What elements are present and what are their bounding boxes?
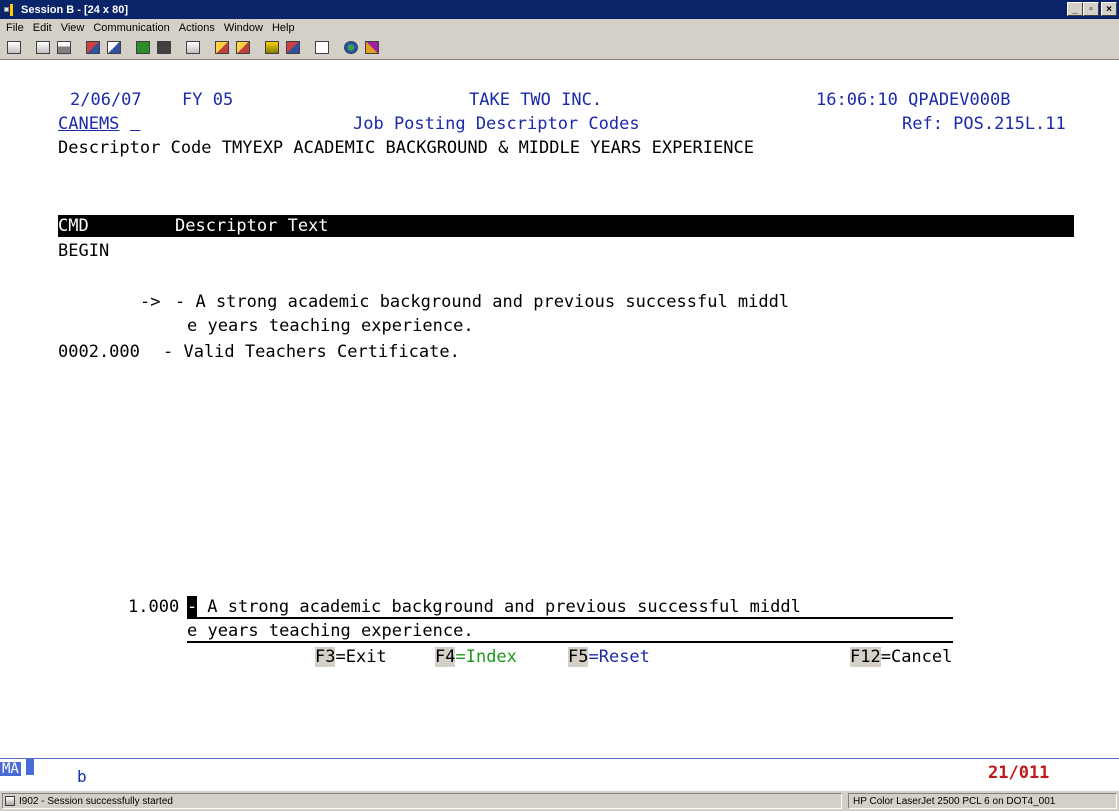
cmd-column-header: CMD	[58, 216, 89, 236]
copy-icon[interactable]	[33, 39, 53, 57]
input-sequence-number: 1.000	[128, 597, 180, 617]
f3-key-label: F3	[315, 647, 336, 667]
menu-file[interactable]: File	[3, 22, 30, 34]
text-cursor: -	[187, 596, 198, 618]
begin-marker: BEGIN	[58, 241, 110, 261]
print-screen-icon[interactable]	[4, 39, 24, 57]
edit-input-line-2[interactable]: e years teaching experience.	[187, 620, 474, 642]
close-button[interactable]: ×	[1101, 2, 1117, 16]
display-icon[interactable]	[133, 39, 153, 57]
descriptor-line-1-cont: e years teaching experience.	[187, 316, 474, 336]
clipboard-icon[interactable]	[312, 39, 332, 57]
connection-icon	[5, 796, 15, 806]
cursor-position: 21/011	[988, 763, 1050, 783]
menu-edit[interactable]: Edit	[30, 22, 58, 34]
status-bar: I902 - Session successfully started HP C…	[0, 790, 1119, 811]
title-bar: Session B - [24 x 80] _ ▫ ×	[0, 0, 1119, 19]
current-line-arrow[interactable]: ->	[140, 291, 160, 313]
macro-icon[interactable]	[183, 39, 203, 57]
f4-key-label: F4	[435, 647, 456, 667]
status-message-pane: I902 - Session successfully started	[2, 793, 842, 809]
f12-cancel-key[interactable]: F12=Cancel	[850, 646, 952, 668]
user-field: CANEMS	[58, 114, 120, 134]
window-controls: _ ▫ ×	[1067, 2, 1117, 16]
menu-bar: File Edit View Communication Actions Win…	[0, 19, 1119, 36]
record-macro-icon[interactable]	[233, 39, 253, 57]
send-file-icon[interactable]	[83, 39, 103, 57]
date-field: 2/06/07	[70, 90, 142, 110]
paste-icon[interactable]	[54, 39, 74, 57]
f12-key-label: F12	[850, 647, 881, 667]
play-macro-icon[interactable]	[212, 39, 232, 57]
fiscal-year-field: FY 05	[182, 90, 234, 110]
mode-indicator: MA	[0, 761, 21, 777]
help-icon[interactable]	[362, 39, 382, 57]
minimize-button[interactable]: _	[1067, 2, 1083, 16]
edit-input-line-1[interactable]: A strong academic background and previou…	[197, 596, 801, 618]
maximize-button[interactable]: ▫	[1083, 2, 1099, 16]
toolbar	[0, 36, 1119, 60]
screen-title: Job Posting Descriptor Codes	[353, 114, 640, 134]
company-name: TAKE TWO INC.	[469, 90, 603, 110]
session-indicator: b	[77, 767, 87, 786]
receive-file-icon[interactable]	[104, 39, 124, 57]
f5-key-label: F5	[568, 647, 589, 667]
window-title: Session B - [24 x 80]	[21, 3, 128, 16]
f5-key-action: =Reset	[588, 647, 650, 667]
printer-name: HP Color LaserJet 2500 PCL 6 on DOT4_001	[853, 795, 1056, 807]
operator-info-area: MA b 21/011	[0, 758, 1119, 788]
f4-key-action: =Index	[455, 647, 517, 667]
pause-macro-icon[interactable]	[283, 39, 303, 57]
menu-view[interactable]: View	[58, 22, 91, 34]
menu-actions[interactable]: Actions	[176, 22, 221, 34]
customize-icon[interactable]	[341, 39, 361, 57]
menu-window[interactable]: Window	[221, 22, 269, 34]
descriptor-code-line: Descriptor Code TMYEXP ACADEMIC BACKGROU…	[58, 138, 754, 158]
f4-index-key[interactable]: F4=Index	[435, 646, 517, 668]
descriptor-line-2: - Valid Teachers Certificate.	[163, 342, 460, 362]
descriptor-line-1: - A strong academic background and previ…	[175, 292, 790, 312]
f3-key-action: =Exit	[335, 647, 387, 667]
time-program-field: 16:06:10 QPADEV000B	[816, 90, 1011, 110]
keyboard-map-icon[interactable]	[154, 39, 174, 57]
ref-field: Ref: POS.215L.11	[902, 114, 1066, 134]
descriptor-text-column-header: Descriptor Text	[175, 216, 329, 236]
f12-key-action: =Cancel	[880, 647, 953, 667]
status-message: I902 - Session successfully started	[19, 795, 173, 807]
descriptor-line-2-cmd[interactable]: 0002.000	[58, 341, 140, 363]
app-icon[interactable]	[4, 3, 18, 16]
f5-reset-key[interactable]: F5=Reset	[568, 646, 650, 668]
terminal-screen[interactable]: 2/06/07 FY 05 TAKE TWO INC. 16:06:10 QPA…	[0, 61, 1119, 758]
printer-pane: HP Color LaserJet 2500 PCL 6 on DOT4_001	[848, 793, 1117, 809]
menu-help[interactable]: Help	[269, 22, 301, 34]
menu-communication[interactable]: Communication	[90, 22, 175, 34]
stop-macro-icon[interactable]	[262, 39, 282, 57]
mode-indicator-block	[26, 759, 34, 775]
f3-exit-key[interactable]: F3=Exit	[315, 646, 387, 668]
